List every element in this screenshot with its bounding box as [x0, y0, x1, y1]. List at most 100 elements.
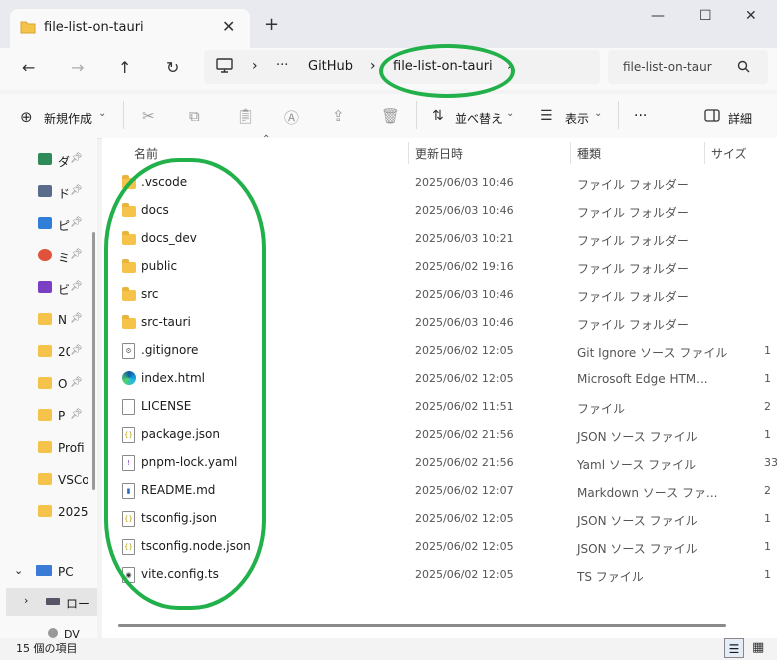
sidebar-scrollbar[interactable] [92, 232, 95, 490]
pin-icon[interactable]: 📌︎ [70, 377, 83, 388]
pin-icon[interactable]: 📌︎ [70, 409, 83, 420]
sidebar-item-label: P [58, 409, 66, 423]
annotation-circle-file-list [104, 158, 266, 610]
back-button[interactable]: ← [22, 58, 35, 77]
close-window-button[interactable]: ✕ [745, 8, 757, 24]
column-divider[interactable] [570, 142, 571, 164]
navigation-pane: ダ 📌︎ ド 📌︎ ピ 📌︎ ミ 📌︎ ビ 📌︎ N 📌︎ 20 📌︎ O 📌︎ P 📌︎ Profi VSCo 202… [0, 138, 97, 638]
sidebar-item[interactable]: VSCo [0, 466, 97, 494]
download-icon [38, 153, 52, 165]
chevron-right-icon: › [252, 58, 258, 74]
column-header-date[interactable]: 更新日時 [415, 145, 463, 162]
up-button[interactable]: ↑ [118, 58, 131, 77]
annotation-circle-folder [379, 44, 515, 98]
sidebar-item-pc[interactable]: ⌄ PC [0, 558, 97, 586]
details-view-icon[interactable]: ☰ [724, 638, 744, 658]
delete-icon[interactable]: 🗑︎ [381, 107, 400, 125]
sidebar-item[interactable]: ミ 📌︎ [0, 242, 97, 270]
sidebar-item-label: 2025 [58, 505, 88, 519]
column-divider[interactable] [704, 142, 705, 164]
file-type: Git Ignore ソース ファイル [577, 346, 728, 360]
column-header-size[interactable]: サイズ [711, 145, 747, 162]
pin-icon[interactable]: 📌︎ [70, 313, 83, 324]
new-button[interactable]: 新規作成 [44, 110, 92, 127]
sort-icon: ⇅ [432, 108, 444, 124]
pin-icon[interactable]: 📌︎ [70, 281, 83, 292]
sidebar-item[interactable]: N 📌︎ [0, 306, 97, 334]
sidebar-item[interactable]: ド 📌︎ [0, 178, 97, 206]
copy-icon[interactable]: ⧉ [189, 107, 200, 125]
pin-icon[interactable]: 📌︎ [70, 153, 83, 164]
file-size: 1 [764, 568, 771, 581]
new-tab-button[interactable]: + [264, 14, 279, 35]
tab-close-icon[interactable]: ✕ [222, 17, 235, 36]
document-icon [38, 185, 52, 197]
tab-file-list-on-tauri[interactable]: file-list-on-tauri ✕ [10, 9, 250, 48]
column-divider[interactable] [408, 142, 409, 164]
file-size: 2 [764, 400, 771, 413]
sidebar-item-label: ド [58, 187, 70, 201]
chevron-down-icon[interactable]: ⌄ [14, 564, 23, 577]
file-type: ファイル フォルダー [577, 234, 689, 248]
sort-ascending-icon: ⌃ [262, 134, 271, 145]
cut-icon[interactable]: ✂ [142, 107, 155, 125]
sidebar-item[interactable]: ピ 📌︎ [0, 210, 97, 238]
sidebar-item[interactable]: 2025 [0, 498, 97, 526]
file-type: ファイル [577, 402, 626, 416]
sidebar-item-dvd[interactable]: DV [0, 622, 97, 638]
folder-icon [38, 377, 52, 389]
file-size: 1 [764, 512, 771, 525]
file-type: JSON ソース ファイル [577, 542, 698, 556]
rename-icon[interactable]: Ⓐ [284, 107, 299, 128]
pin-icon[interactable]: 📌︎ [70, 217, 83, 228]
minimize-button[interactable]: — [651, 8, 665, 24]
paste-icon[interactable]: 📋︎ [236, 107, 255, 125]
column-header-type[interactable]: 種類 [577, 145, 601, 162]
more-options-button[interactable]: ··· [634, 108, 647, 124]
chevron-down-icon: ⌄ [506, 108, 515, 119]
file-size: 1 [764, 344, 771, 357]
share-icon[interactable]: ⇪ [332, 107, 345, 125]
breadcrumb-github[interactable]: GitHub [308, 59, 353, 74]
horizontal-scrollbar[interactable] [118, 624, 726, 627]
file-date: 2025/06/02 12:05 [415, 372, 514, 385]
file-size: 33 [764, 456, 777, 469]
music-icon [38, 249, 52, 261]
sidebar-item[interactable]: P 📌︎ [0, 402, 97, 430]
pin-icon[interactable]: 📌︎ [70, 249, 83, 260]
file-type: ファイル フォルダー [577, 178, 689, 192]
file-date: 2025/06/03 10:46 [415, 316, 514, 329]
sidebar-item-label: DV [64, 628, 80, 638]
details-button[interactable]: 詳細 [728, 110, 752, 127]
view-button[interactable]: 表示 [565, 110, 589, 127]
details-pane-icon [704, 109, 720, 125]
column-header-name[interactable]: 名前 [134, 145, 158, 162]
tab-title: file-list-on-tauri [44, 20, 144, 35]
file-size: 1 [764, 428, 771, 441]
large-icons-view-icon[interactable]: ▦ [752, 640, 764, 655]
search-input[interactable]: file-list-on-taur [623, 60, 712, 74]
sort-button[interactable]: 並べ替え [455, 110, 503, 127]
chevron-right-icon[interactable]: › [24, 594, 28, 607]
sidebar-item[interactable]: 20 📌︎ [0, 338, 97, 366]
search-icon[interactable] [737, 60, 750, 76]
pc-icon [36, 565, 52, 576]
refresh-button[interactable]: ↻ [166, 58, 179, 77]
forward-button[interactable]: → [71, 58, 84, 77]
file-date: 2025/06/02 12:07 [415, 484, 514, 497]
toolbar-divider [123, 101, 124, 129]
pin-icon[interactable]: 📌︎ [70, 185, 83, 196]
sidebar-item-label: ピ [58, 219, 70, 233]
sidebar-item[interactable]: ダ 📌︎ [0, 146, 97, 174]
file-date: 2025/06/02 12:05 [415, 540, 514, 553]
sidebar-item[interactable]: ビ 📌︎ [0, 274, 97, 302]
file-size: 2 [764, 484, 771, 497]
sidebar-item[interactable]: Profi [0, 434, 97, 462]
folder-icon [38, 473, 52, 485]
pin-icon[interactable]: 📌︎ [70, 345, 83, 356]
folder-icon [38, 409, 52, 421]
sidebar-item-local-disk[interactable]: › ロー [6, 588, 97, 616]
sidebar-item[interactable]: O 📌︎ [0, 370, 97, 398]
maximize-button[interactable]: ☐ [699, 8, 712, 24]
breadcrumb-ellipsis[interactable]: ··· [276, 58, 288, 73]
